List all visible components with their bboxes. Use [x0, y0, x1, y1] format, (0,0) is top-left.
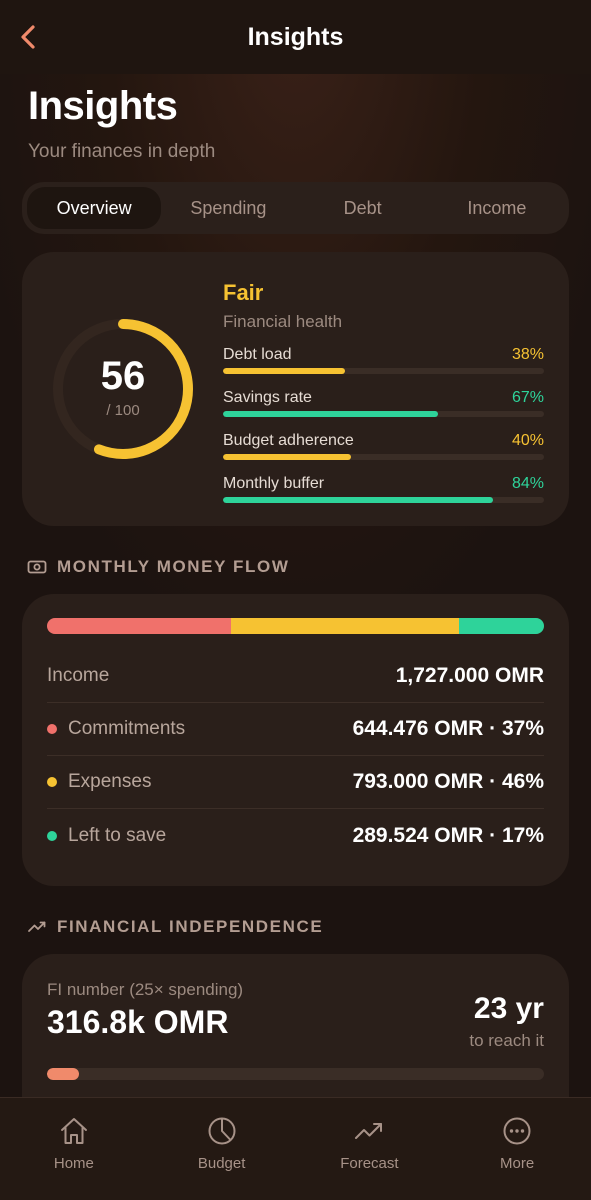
- page-subtitle: Your finances in depth: [28, 141, 216, 162]
- tab-debt[interactable]: Debt: [296, 187, 430, 229]
- flow-row-commitments: Commitments 644.476 OMR · 37%: [47, 703, 544, 756]
- tabbar-label: More: [500, 1155, 535, 1172]
- flow-label: Commitments: [47, 718, 185, 740]
- income-label: Income: [47, 665, 110, 686]
- left-to-save-label: Left to save: [68, 824, 167, 846]
- fi-section-header: FINANCIAL INDEPENDENCE: [27, 917, 323, 937]
- pie-chart-icon: [205, 1114, 239, 1148]
- home-icon: [57, 1114, 91, 1148]
- fi-progress-fill: [47, 1068, 80, 1080]
- chevron-left-icon: [21, 25, 35, 49]
- fi-number: 316.8k OMR: [47, 1004, 229, 1040]
- metric-percent: 67%: [511, 389, 544, 406]
- fi-years-subtitle: to reach it: [469, 1031, 544, 1050]
- more-icon: [500, 1114, 534, 1148]
- section-title: MONTHLY MONEY FLOW: [57, 557, 290, 576]
- metric-fill: [223, 411, 439, 417]
- financial-health-card[interactable]: 56 / 100 Fair Financial health Debt load…: [22, 252, 569, 526]
- tabbar-home[interactable]: Home: [0, 1098, 148, 1200]
- metric-debt-load: Debt load 38%: [223, 340, 544, 383]
- money-flow-bar: [47, 618, 544, 634]
- page-header: Insights Your finances in depth: [28, 84, 215, 163]
- tab-spending[interactable]: Spending: [161, 187, 295, 229]
- health-score: 56: [100, 354, 146, 398]
- legend-dot: [47, 830, 57, 841]
- tabbar-more[interactable]: More: [443, 1098, 591, 1200]
- metric-percent: 84%: [511, 475, 544, 492]
- flow-label: Left to save: [47, 825, 166, 847]
- page-title: Insights: [28, 84, 178, 128]
- flow-row-left-to-save: Left to save 289.524 OMR · 17%: [47, 809, 544, 862]
- trend-up-icon: [352, 1114, 386, 1148]
- metric-name: Monthly buffer: [223, 475, 325, 492]
- insights-tabs: Overview Spending Debt Income: [22, 182, 569, 234]
- money-flow-card[interactable]: Income 1,727.000 OMR Commitments 644.476…: [22, 594, 569, 886]
- metric-track: [223, 411, 544, 417]
- metric-percent: 38%: [511, 346, 544, 363]
- metric-monthly-buffer: Monthly buffer 84%: [223, 469, 544, 512]
- tab-overview[interactable]: Overview: [27, 187, 162, 229]
- fi-label: FI number (25× spending): [47, 980, 244, 999]
- metric-name: Savings rate: [223, 389, 312, 406]
- top-nav-bar: Insights: [0, 0, 591, 74]
- health-details: Fair Financial health Debt load 38% Savi…: [223, 280, 544, 512]
- money-flow-section-header: MONTHLY MONEY FLOW: [27, 557, 290, 577]
- income-value: 1,727.000 OMR: [395, 664, 544, 687]
- section-title: FINANCIAL INDEPENDENCE: [57, 917, 324, 936]
- metric-track: [223, 368, 544, 374]
- fi-years: 23 yr: [473, 992, 544, 1025]
- legend-dot: [47, 724, 57, 734]
- flow-segment-commitments: [47, 618, 231, 634]
- health-score-max: / 100: [106, 402, 140, 419]
- metric-track: [223, 497, 544, 503]
- nav-title: Insights: [247, 22, 344, 51]
- flow-row-income: Income 1,727.000 OMR: [47, 650, 544, 703]
- tabbar-forecast[interactable]: Forecast: [296, 1098, 444, 1200]
- tabbar-label: Forecast: [340, 1155, 399, 1172]
- fi-progress-track: [47, 1068, 544, 1080]
- metric-budget-adherence: Budget adherence 40%: [223, 426, 544, 469]
- health-metrics: Debt load 38% Savings rate 67% Budget ad…: [223, 340, 544, 512]
- flow-segment-expenses: [230, 618, 460, 634]
- metric-name: Debt load: [223, 346, 292, 363]
- flow-segment-left-to-save: [459, 618, 544, 634]
- tabbar-budget[interactable]: Budget: [148, 1098, 296, 1200]
- metric-track: [223, 454, 544, 460]
- expenses-label: Expenses: [68, 771, 152, 792]
- left-to-save-value: 289.524 OMR · 17%: [352, 823, 544, 847]
- metric-name: Budget adherence: [223, 432, 354, 449]
- flow-label: Income: [47, 665, 109, 687]
- metric-fill: [223, 454, 352, 460]
- metric-percent: 40%: [511, 432, 544, 449]
- bottom-tab-bar: Home Budget Forecast More: [0, 1097, 591, 1200]
- metric-fill: [223, 368, 345, 374]
- tabbar-label: Home: [53, 1155, 94, 1172]
- metric-savings-rate: Savings rate 67%: [223, 383, 544, 426]
- health-subtitle: Financial health: [223, 312, 343, 331]
- back-button[interactable]: [14, 22, 42, 52]
- health-rating: Fair: [223, 280, 264, 305]
- trend-up-icon: [27, 917, 47, 937]
- tab-income[interactable]: Income: [430, 187, 564, 229]
- expenses-value: 793.000 OMR · 46%: [352, 770, 544, 793]
- tabbar-label: Budget: [197, 1155, 246, 1172]
- commitments-value: 644.476 OMR · 37%: [352, 717, 544, 740]
- health-score-ring: 56 / 100: [50, 316, 196, 462]
- flow-row-expenses: Expenses 793.000 OMR · 46%: [47, 756, 544, 809]
- legend-dot: [47, 777, 57, 787]
- cash-icon: [27, 557, 47, 577]
- metric-fill: [223, 497, 493, 503]
- flow-label: Expenses: [47, 771, 151, 793]
- commitments-label: Commitments: [68, 718, 186, 739]
